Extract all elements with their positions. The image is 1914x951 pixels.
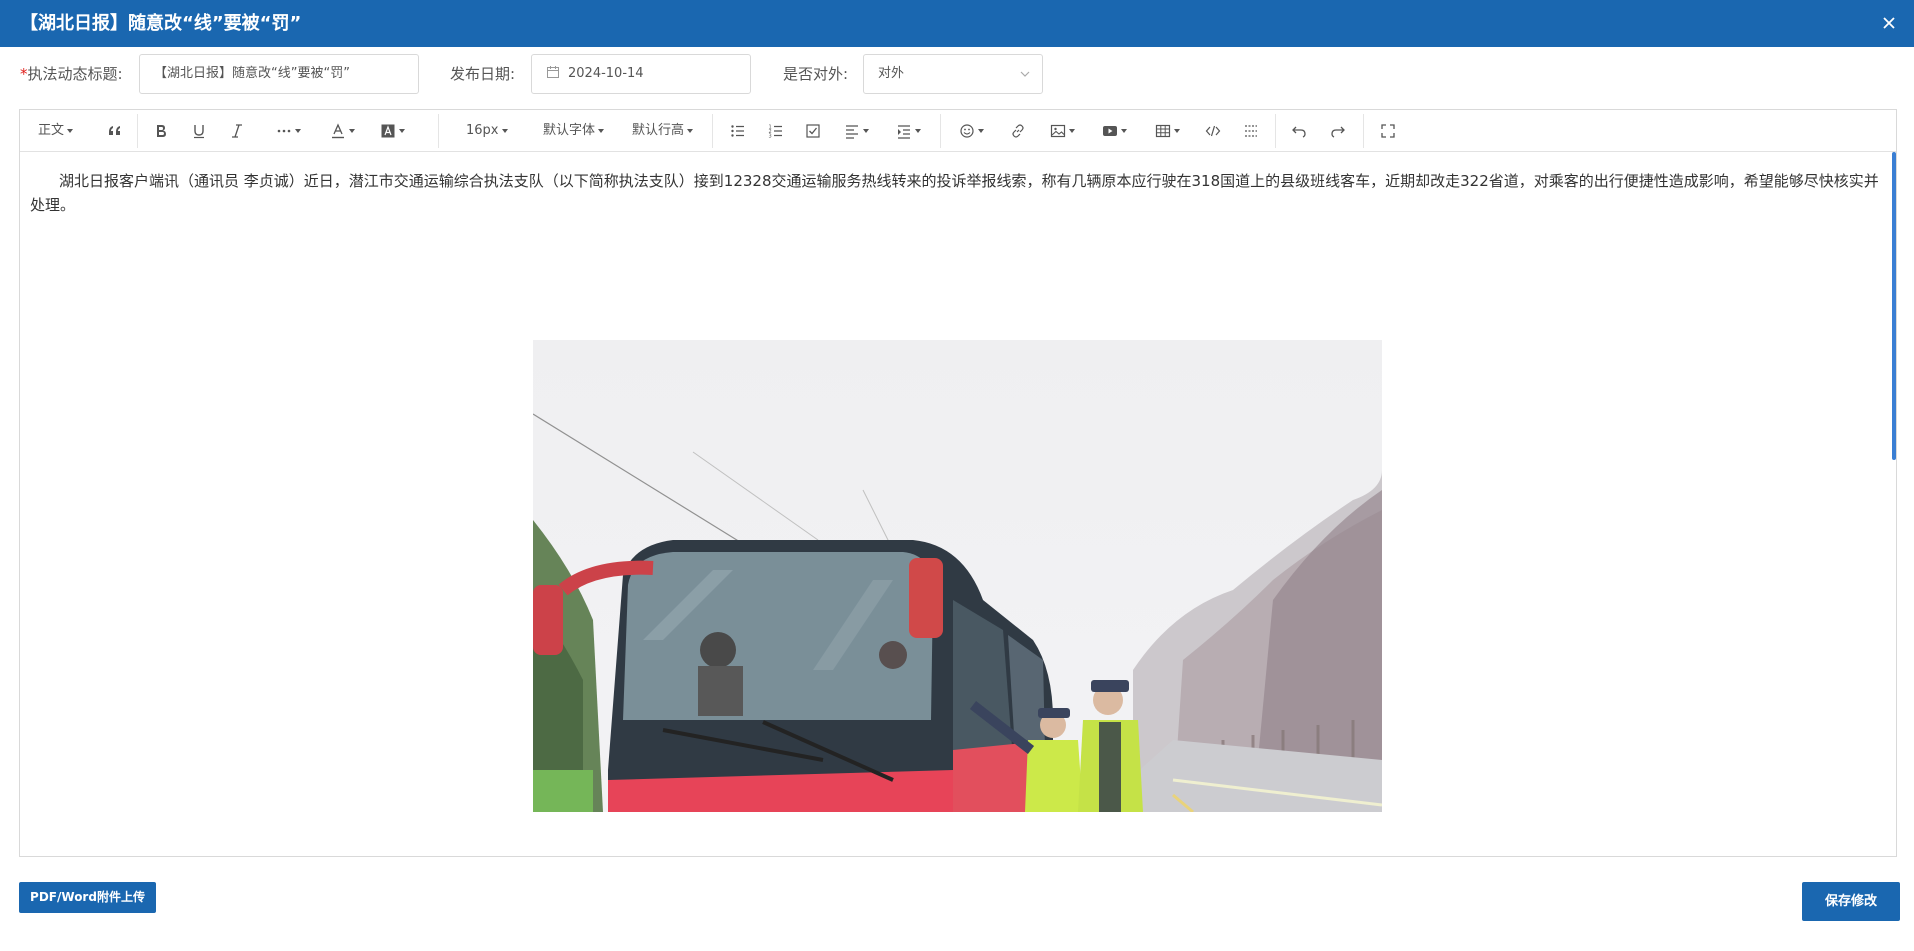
video-icon[interactable]	[1100, 119, 1128, 143]
article-paragraph: 湖北日报客户端讯（通讯员 李贞诚）近日，潜江市交通运输综合执法支队（以下简称执法…	[30, 172, 1879, 214]
table-icon[interactable]	[1153, 119, 1181, 143]
editor-toolbar: 正文 16px 默认字体 默认行高 123	[20, 110, 1896, 152]
font-family-label: 默认字体	[543, 123, 596, 138]
close-icon[interactable]	[1878, 12, 1900, 34]
align-icon[interactable]	[842, 119, 870, 143]
date-picker[interactable]: 2024-10-14	[531, 54, 751, 94]
italic-icon[interactable]	[226, 119, 248, 143]
numbered-list-icon[interactable]: 123	[765, 119, 787, 143]
dialog-header: 【湖北日报】随意改“线”要被“罚”	[0, 0, 1914, 47]
redo-icon[interactable]	[1327, 119, 1349, 143]
todo-icon[interactable]	[802, 119, 824, 143]
fullscreen-icon[interactable]	[1377, 119, 1399, 143]
bg-color-icon[interactable]	[370, 119, 414, 143]
font-color-icon[interactable]	[320, 119, 364, 143]
heading-select[interactable]: 正文	[38, 119, 74, 143]
bullet-list-icon[interactable]	[727, 119, 749, 143]
divider-icon[interactable]	[1240, 119, 1262, 143]
article-photo	[533, 340, 1382, 812]
date-value: 2024-10-14	[568, 66, 644, 81]
emoji-icon[interactable]	[957, 119, 985, 143]
required-mark: *	[20, 65, 28, 83]
title-label-text: 执法动态标题:	[27, 65, 123, 83]
dialog-title: 【湖北日报】随意改“线”要被“罚”	[20, 13, 302, 34]
calendar-icon	[547, 66, 559, 78]
save-button[interactable]: 保存修改	[1802, 882, 1900, 921]
image-icon[interactable]	[1048, 119, 1076, 143]
undo-icon[interactable]	[1288, 119, 1310, 143]
rich-text-editor: 正文 16px 默认字体 默认行高 123 湖北日报客户端讯（通讯员 李贞诚）近…	[19, 109, 1897, 857]
upload-attachment-button[interactable]: PDF/Word附件上传	[19, 882, 156, 913]
external-select[interactable]: 对外	[863, 54, 1043, 94]
title-field-label: *执法动态标题:	[20, 54, 123, 94]
code-icon[interactable]	[1202, 119, 1224, 143]
link-icon[interactable]	[1007, 119, 1029, 143]
editor-scrollbar[interactable]	[1892, 152, 1896, 460]
line-height-select[interactable]: 默认行高	[632, 119, 694, 143]
more-icon[interactable]	[266, 119, 310, 143]
title-input[interactable]: 【湖北日报】随意改“线”要被“罚”	[139, 54, 419, 94]
editor-content[interactable]: 湖北日报客户端讯（通讯员 李贞诚）近日，潜江市交通运输综合执法支队（以下简称执法…	[20, 152, 1896, 856]
external-field-label: 是否对外:	[783, 65, 849, 83]
font-size-select[interactable]: 16px	[466, 119, 508, 143]
heading-label: 正文	[38, 123, 65, 138]
date-field-label: 发布日期:	[450, 65, 516, 83]
chevron-down-icon	[1020, 71, 1030, 77]
form-row: *执法动态标题: 【湖北日报】随意改“线”要被“罚” 发布日期: 2024-10…	[0, 54, 1914, 94]
font-family-select[interactable]: 默认字体	[543, 119, 605, 143]
font-size-label: 16px	[466, 123, 499, 138]
line-height-label: 默认行高	[632, 123, 685, 138]
svg-text:3: 3	[769, 133, 772, 139]
bold-icon[interactable]	[150, 119, 172, 143]
underline-icon[interactable]	[188, 119, 210, 143]
external-value: 对外	[878, 66, 905, 81]
quote-icon[interactable]	[104, 119, 126, 143]
indent-icon[interactable]	[894, 119, 922, 143]
